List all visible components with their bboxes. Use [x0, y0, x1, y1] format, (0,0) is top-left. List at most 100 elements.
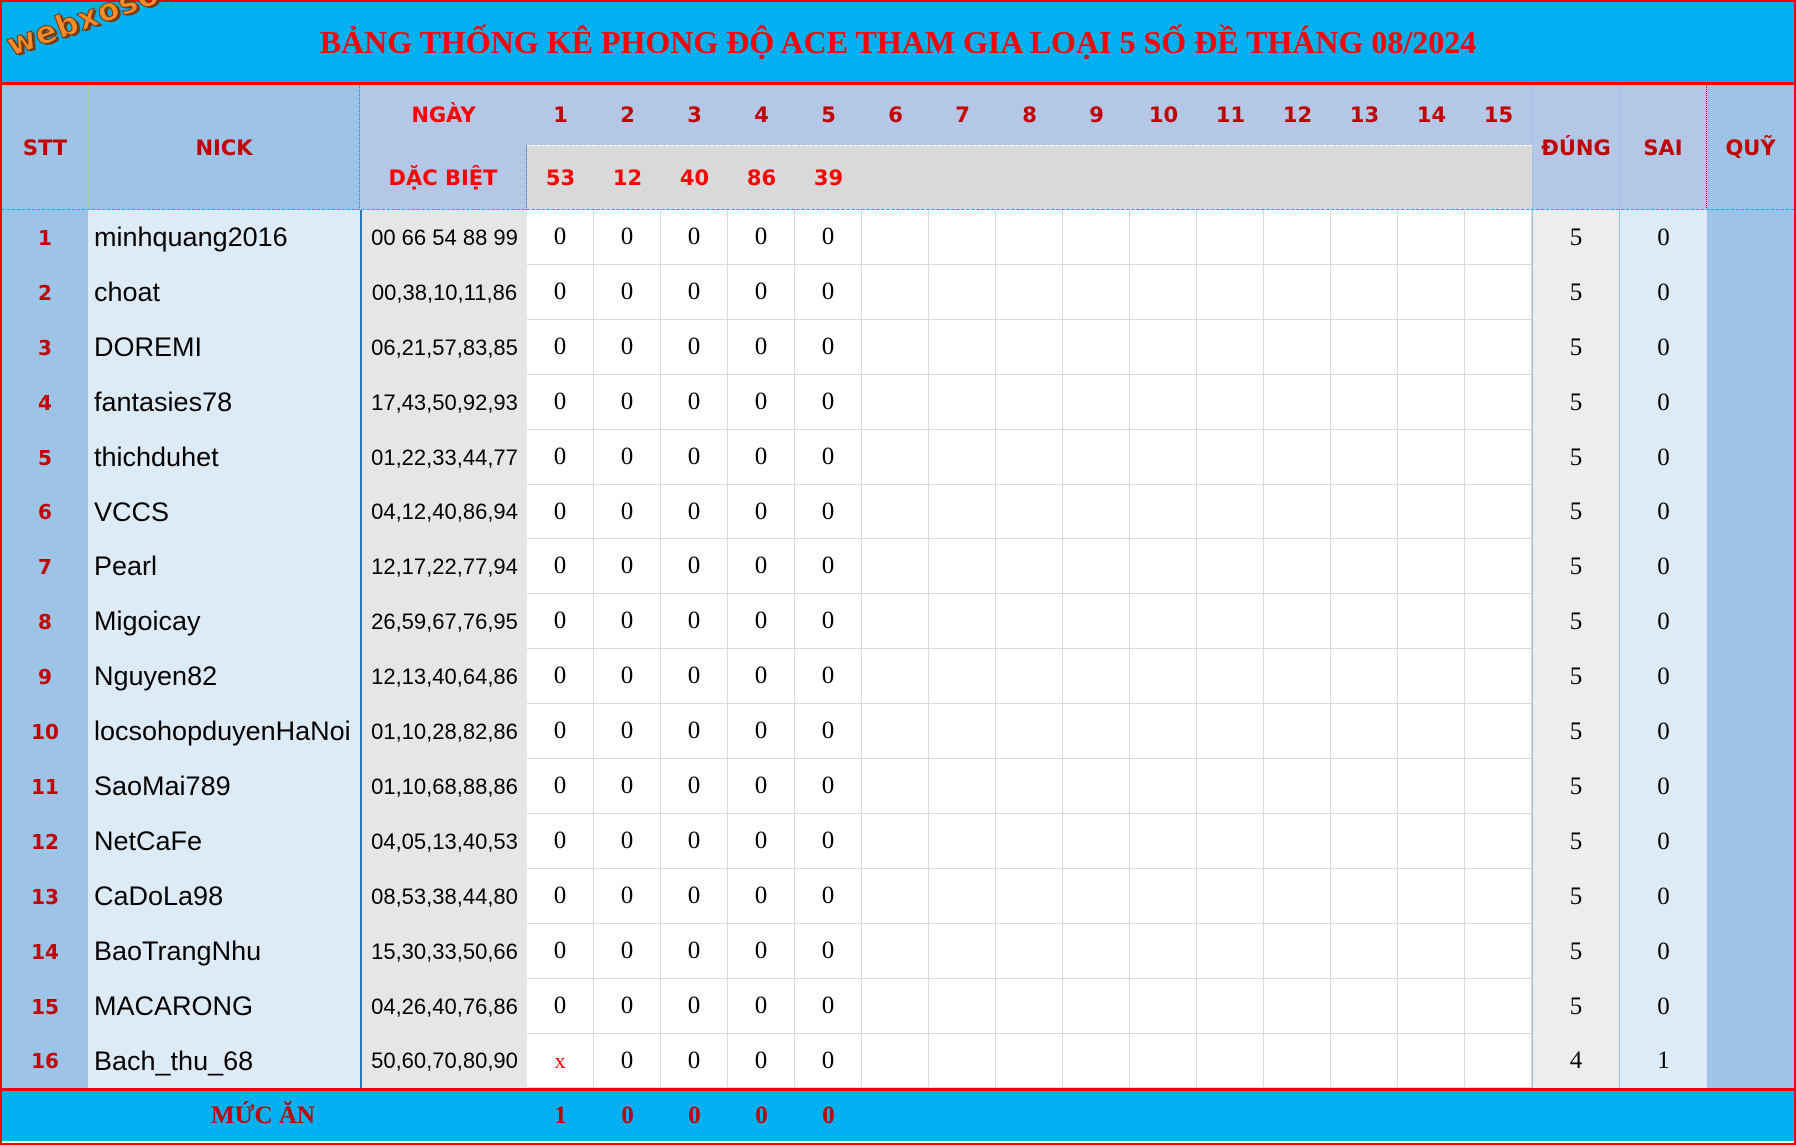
- row-day-14: [1398, 594, 1465, 649]
- row-day-6: [862, 594, 929, 649]
- row-day-13: [1331, 649, 1398, 704]
- row-day-13: [1331, 869, 1398, 924]
- row-day-7: [929, 649, 996, 704]
- row-day-14: [1398, 320, 1465, 375]
- row-day-4: 0: [728, 265, 795, 320]
- row-day-2: 0: [594, 759, 661, 814]
- row-day-2: 0: [594, 869, 661, 924]
- row-day-9: [1063, 539, 1130, 594]
- row-day-10: [1130, 814, 1197, 869]
- row-day-9: [1063, 704, 1130, 759]
- row-day-5: 0: [795, 210, 862, 265]
- row-day-9: [1063, 485, 1130, 539]
- row-day-14: [1398, 649, 1465, 704]
- row-sai: 0: [1620, 430, 1707, 485]
- header-quy: QUỸ: [1707, 85, 1794, 210]
- row-sai: 0: [1620, 539, 1707, 594]
- row-day-15: [1465, 649, 1532, 704]
- header-day-11: 11: [1197, 85, 1264, 145]
- row-day-1: 0: [527, 814, 594, 869]
- special-result-day-13: [1331, 145, 1398, 210]
- row-nick: MACARONG: [88, 979, 360, 1034]
- row-day-7: [929, 979, 996, 1034]
- row-day-7: [929, 539, 996, 594]
- row-day-8: [996, 1034, 1063, 1088]
- row-day-11: [1197, 1034, 1264, 1088]
- row-quy: [1707, 704, 1794, 759]
- row-day-10: [1130, 924, 1197, 979]
- row-day-5: 0: [795, 539, 862, 594]
- special-result-day-10: [1130, 145, 1197, 210]
- row-day-1: 0: [527, 759, 594, 814]
- row-day-2: 0: [594, 430, 661, 485]
- row-day-9: [1063, 375, 1130, 430]
- row-day-3: 0: [661, 924, 728, 979]
- row-day-13: [1331, 485, 1398, 539]
- row-quy: [1707, 759, 1794, 814]
- row-day-11: [1197, 924, 1264, 979]
- row-stt: 9: [2, 649, 88, 704]
- row-numbers: 00 66 54 88 99: [360, 210, 527, 265]
- row-day-12: [1264, 594, 1331, 649]
- row-day-4: 0: [728, 594, 795, 649]
- row-day-14: [1398, 869, 1465, 924]
- row-day-6: [862, 265, 929, 320]
- row-sai: 0: [1620, 649, 1707, 704]
- row-day-11: [1197, 210, 1264, 265]
- row-nick: Migoicay: [88, 594, 360, 649]
- row-day-3: 0: [661, 814, 728, 869]
- row-dung: 4: [1532, 1034, 1620, 1088]
- row-numbers: 26,59,67,76,95: [360, 594, 527, 649]
- row-day-5: 0: [795, 814, 862, 869]
- row-nick: CaDoLa98: [88, 869, 360, 924]
- row-day-6: [862, 539, 929, 594]
- row-day-8: [996, 649, 1063, 704]
- row-day-3: 0: [661, 539, 728, 594]
- row-day-3: 0: [661, 649, 728, 704]
- row-day-7: [929, 869, 996, 924]
- row-day-1: 0: [527, 869, 594, 924]
- special-result-day-1: 53: [527, 145, 594, 210]
- row-day-6: [862, 375, 929, 430]
- row-day-9: [1063, 649, 1130, 704]
- row-day-7: [929, 759, 996, 814]
- row-quy: [1707, 265, 1794, 320]
- row-day-14: [1398, 1034, 1465, 1088]
- row-day-1: 0: [527, 430, 594, 485]
- row-day-5: 0: [795, 265, 862, 320]
- row-sai: 0: [1620, 265, 1707, 320]
- row-day-15: [1465, 1034, 1532, 1088]
- row-day-4: 0: [728, 814, 795, 869]
- row-day-8: [996, 210, 1063, 265]
- row-day-13: [1331, 594, 1398, 649]
- row-day-10: [1130, 759, 1197, 814]
- row-day-10: [1130, 320, 1197, 375]
- row-day-4: 0: [728, 759, 795, 814]
- row-day-15: [1465, 594, 1532, 649]
- page-title: BẢNG THỐNG KÊ PHONG ĐỘ ACE THAM GIA LOẠI…: [319, 24, 1477, 60]
- row-day-2: 0: [594, 539, 661, 594]
- row-day-12: [1264, 375, 1331, 430]
- row-day-11: [1197, 265, 1264, 320]
- header-dac-biet: DẶC BIỆT: [360, 145, 527, 210]
- row-quy: [1707, 485, 1794, 539]
- row-numbers: 15,30,33,50,66: [360, 924, 527, 979]
- row-day-10: [1130, 375, 1197, 430]
- row-day-9: [1063, 924, 1130, 979]
- special-result-day-2: 12: [594, 145, 661, 210]
- row-day-8: [996, 979, 1063, 1034]
- row-stt: 5: [2, 430, 88, 485]
- row-dung: 5: [1532, 485, 1620, 539]
- header-nick: NICK: [88, 85, 360, 210]
- row-sai: 0: [1620, 924, 1707, 979]
- row-day-6: [862, 924, 929, 979]
- row-day-11: [1197, 979, 1264, 1034]
- row-day-10: [1130, 485, 1197, 539]
- row-nick: thichduhet: [88, 430, 360, 485]
- special-result-day-14: [1398, 145, 1465, 210]
- row-sai: 0: [1620, 759, 1707, 814]
- row-day-15: [1465, 485, 1532, 539]
- row-day-5: 0: [795, 375, 862, 430]
- row-day-11: [1197, 320, 1264, 375]
- row-numbers: 17,43,50,92,93: [360, 375, 527, 430]
